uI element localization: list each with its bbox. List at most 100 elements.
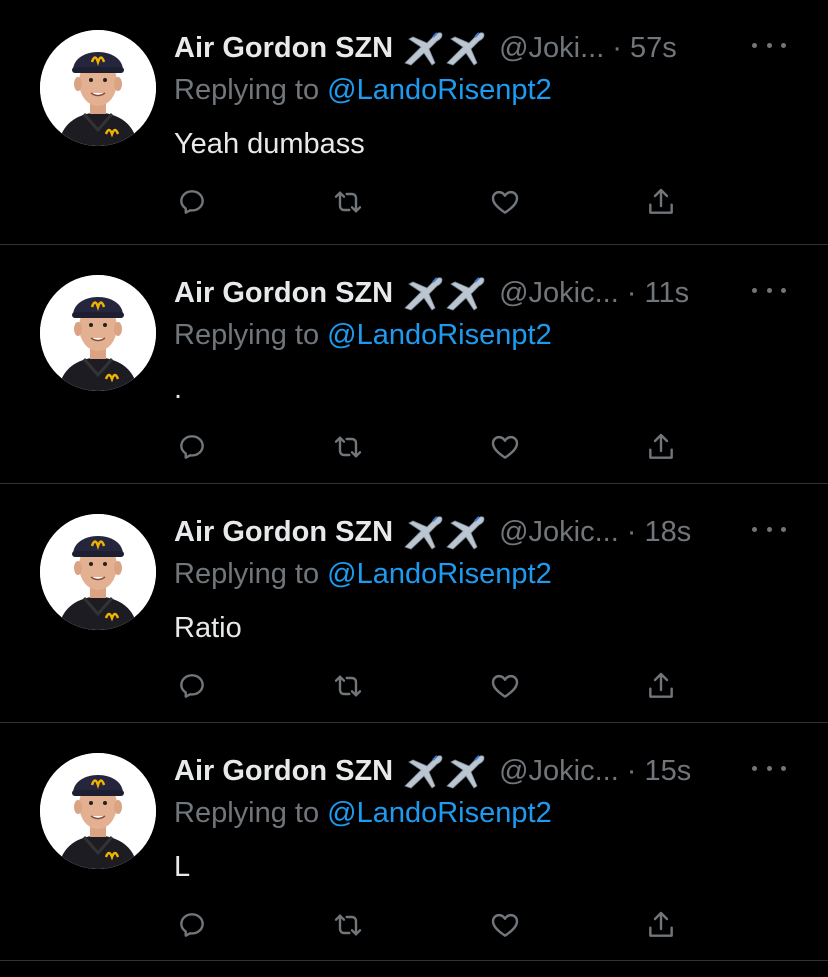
tweet[interactable]: Air Gordon SZN @Jokic... · 11s Replying … [0, 245, 828, 484]
reply-button[interactable] [174, 907, 210, 943]
display-name[interactable]: Air Gordon SZN [174, 277, 393, 310]
more-icon [752, 526, 757, 532]
tweet-text: Yeah dumbass [174, 128, 365, 160]
tweet-actions [0, 668, 828, 704]
tweet-text: Ratio [174, 612, 242, 644]
tweet-text: . [174, 373, 183, 405]
more-icon [766, 526, 772, 532]
more-icon [781, 526, 786, 532]
retweet-button[interactable] [330, 907, 366, 943]
retweet-icon [334, 436, 362, 458]
share-icon [649, 433, 673, 459]
reply-icon [180, 913, 204, 937]
reply-button[interactable] [174, 184, 210, 220]
tweet[interactable]: Air Gordon SZN @Joki... · 57s Replying t… [0, 0, 828, 245]
more-icon [766, 287, 772, 293]
replying-to-label: Replying to [174, 74, 320, 106]
username[interactable]: @Jokic... [499, 755, 619, 788]
username[interactable]: @Jokic... [499, 277, 619, 310]
share-button[interactable] [643, 184, 679, 220]
replying-to: Replying to @LandoRisenpt2 [174, 797, 552, 830]
timestamp[interactable]: · 15s [627, 755, 691, 788]
share-icon [649, 188, 673, 214]
retweet-icon [334, 675, 362, 697]
reply-icon [180, 435, 204, 459]
share-icon [649, 672, 673, 698]
airplane-emoji-icon [403, 752, 487, 790]
more-options-button[interactable] [752, 30, 786, 60]
more-options-button[interactable] [752, 514, 786, 544]
tweet-actions [0, 184, 828, 220]
avatar[interactable] [40, 30, 156, 146]
tweet-text: L [174, 851, 191, 883]
tweet-actions [0, 429, 828, 465]
like-icon [491, 913, 519, 937]
airplane-icon [446, 516, 485, 550]
display-name[interactable]: Air Gordon SZN [174, 755, 393, 788]
avatar[interactable] [40, 275, 156, 391]
display-name[interactable]: Air Gordon SZN [174, 516, 393, 549]
airplane-icon [446, 277, 485, 311]
tweet-header: Air Gordon SZN @Jokic... · 11s [174, 273, 689, 313]
airplane-icon [446, 755, 485, 789]
like-button[interactable] [487, 668, 523, 704]
reply-icon [180, 674, 204, 698]
reply-button[interactable] [174, 429, 210, 465]
airplane-icon [404, 516, 443, 550]
tweet[interactable]: Air Gordon SZN @Jokic... · 15s Replying … [0, 723, 828, 961]
retweet-icon [334, 914, 362, 936]
retweet-button[interactable] [330, 184, 366, 220]
replying-to-link[interactable]: @LandoRisenpt2 [327, 74, 552, 106]
replying-to-label: Replying to [174, 558, 320, 590]
share-button[interactable] [643, 668, 679, 704]
retweet-button[interactable] [330, 668, 366, 704]
reply-button[interactable] [174, 668, 210, 704]
replying-to-label: Replying to [174, 319, 320, 351]
airplane-icon [446, 32, 485, 66]
share-button[interactable] [643, 907, 679, 943]
avatar[interactable] [40, 514, 156, 630]
like-button[interactable] [487, 429, 523, 465]
username[interactable]: @Joki... [499, 32, 604, 65]
airplane-icon [404, 755, 443, 789]
airplane-emoji-icon [403, 29, 487, 67]
share-icon [649, 911, 673, 937]
more-options-button[interactable] [752, 275, 786, 305]
replying-to: Replying to @LandoRisenpt2 [174, 319, 552, 352]
like-icon [491, 674, 519, 698]
timestamp[interactable]: · 18s [627, 516, 691, 549]
avatar-image [40, 514, 156, 630]
timestamp[interactable]: · 11s [627, 277, 689, 310]
timestamp[interactable]: · 57s [612, 32, 676, 65]
reply-icon [180, 190, 204, 214]
more-icon [766, 42, 772, 48]
avatar[interactable] [40, 753, 156, 869]
tweet[interactable]: Air Gordon SZN @Jokic... · 18s Replying … [0, 484, 828, 723]
display-name[interactable]: Air Gordon SZN [174, 32, 393, 65]
tweet-actions [0, 907, 828, 943]
replying-to-link[interactable]: @LandoRisenpt2 [327, 319, 552, 351]
replying-to-label: Replying to [174, 797, 320, 829]
like-button[interactable] [487, 907, 523, 943]
more-options-button[interactable] [752, 753, 786, 783]
retweet-icon [334, 191, 362, 213]
retweet-button[interactable] [330, 429, 366, 465]
more-icon [781, 765, 786, 771]
replying-to-link[interactable]: @LandoRisenpt2 [327, 558, 552, 590]
like-icon [491, 435, 519, 459]
replying-to: Replying to @LandoRisenpt2 [174, 558, 552, 591]
airplane-icon [404, 277, 443, 311]
airplane-icon [404, 32, 443, 66]
like-icon [491, 190, 519, 214]
avatar-image [40, 30, 156, 146]
username[interactable]: @Jokic... [499, 516, 619, 549]
tweet-header: Air Gordon SZN @Jokic... · 18s [174, 512, 691, 552]
airplane-emoji-icon [403, 274, 487, 312]
airplane-emoji-icon [403, 513, 487, 551]
replying-to-link[interactable]: @LandoRisenpt2 [327, 797, 552, 829]
share-button[interactable] [643, 429, 679, 465]
avatar-image [40, 753, 156, 869]
more-icon [752, 42, 757, 48]
like-button[interactable] [487, 184, 523, 220]
more-icon [781, 287, 786, 293]
